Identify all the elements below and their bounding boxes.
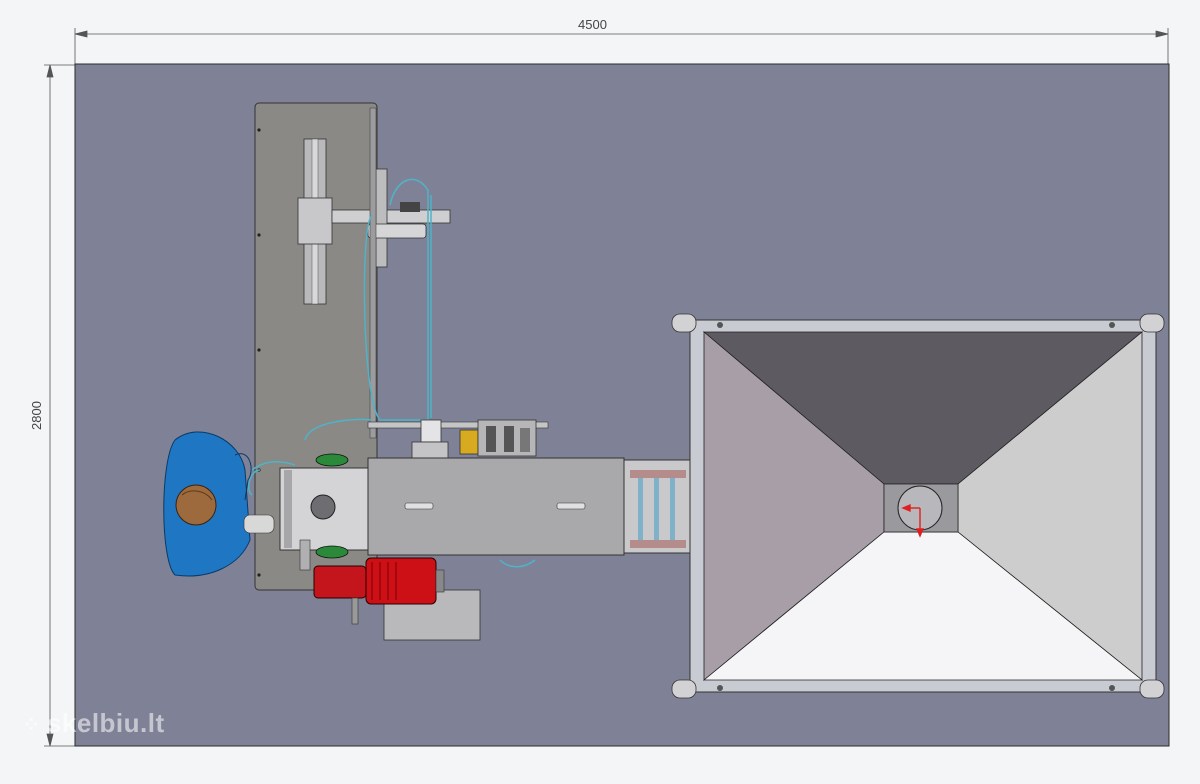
width-dimension-label: 4500 [578, 17, 607, 32]
drawing-canvas: 4500 2800 ⁘ skelbiu.lt [0, 0, 1200, 779]
watermark-text: skelbiu.lt [46, 708, 165, 738]
width-dimension-line [74, 28, 1169, 64]
layout-drawing [44, 28, 1170, 747]
height-dimension-line [44, 64, 75, 747]
watermark-dots-icon: ⁘ [22, 712, 41, 737]
hopper [671, 313, 1165, 699]
watermark: ⁘ skelbiu.lt [22, 708, 165, 739]
height-dimension-label: 2800 [28, 401, 44, 430]
conveyor [367, 457, 693, 556]
